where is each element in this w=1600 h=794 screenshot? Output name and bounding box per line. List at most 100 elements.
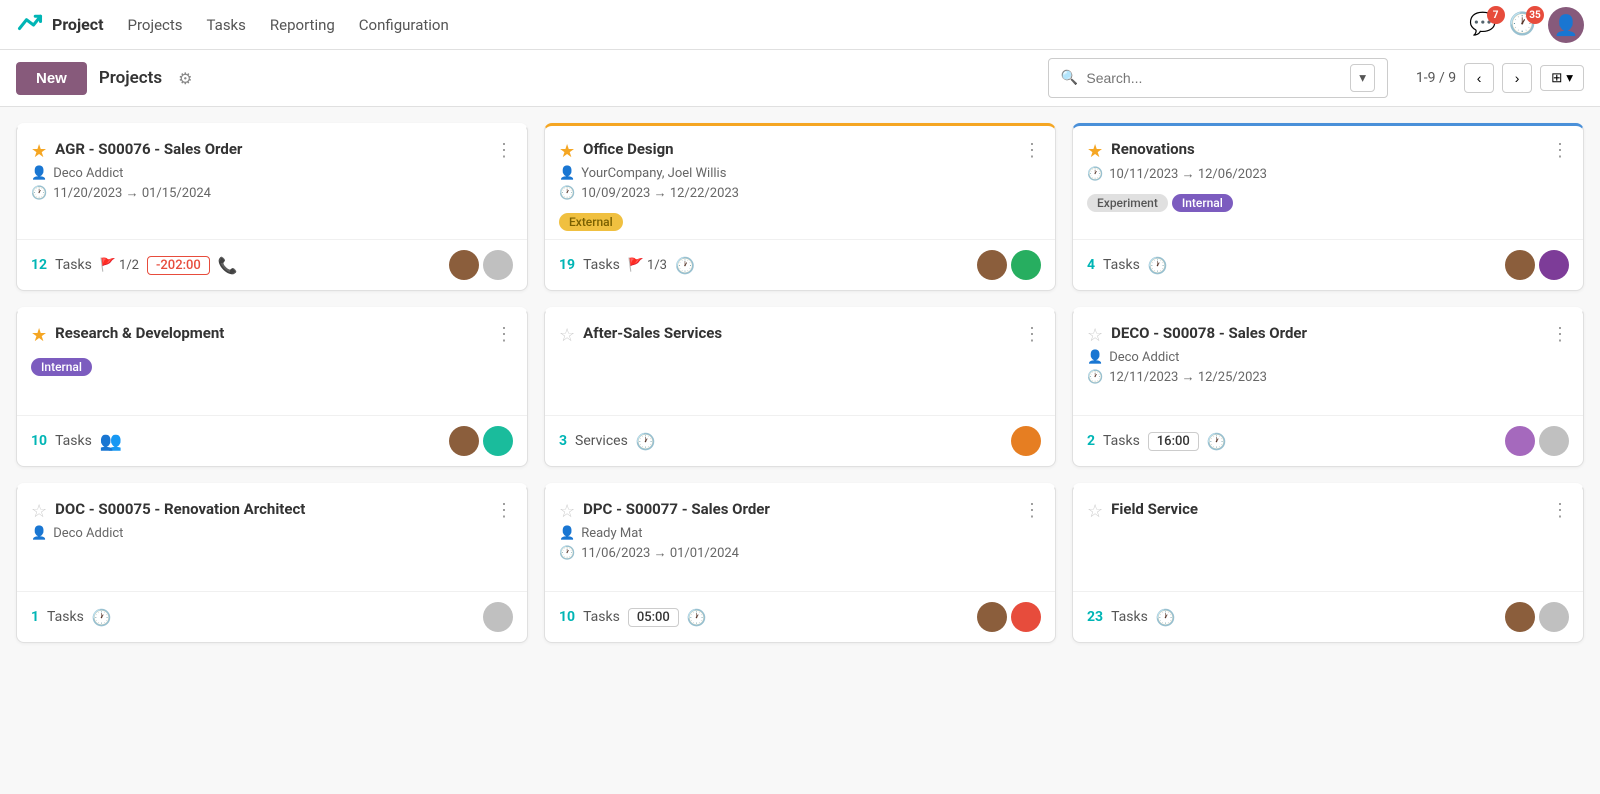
tag-external: External <box>559 213 623 231</box>
card-title[interactable]: DECO - S00078 - Sales Order <box>1111 324 1543 344</box>
card-title[interactable]: After-Sales Services <box>583 324 1015 344</box>
card-menu-button[interactable]: ⋮ <box>1551 140 1569 161</box>
tasks-count[interactable]: 4 <box>1087 257 1095 273</box>
pagination-info: 1-9 / 9 <box>1416 70 1456 86</box>
search-input[interactable] <box>1086 70 1342 86</box>
view-grid-icon: ⊞ <box>1551 70 1562 86</box>
tasks-count[interactable]: 19 <box>559 257 575 273</box>
tasks-label: Tasks <box>1111 609 1148 625</box>
card-header: ☆ DPC - S00077 - Sales Order ⋮ <box>545 486 1055 526</box>
project-card: ☆ DOC - S00075 - Renovation Architect ⋮ … <box>16 483 528 643</box>
avatar <box>449 426 479 456</box>
tasks-label: Tasks <box>1103 433 1140 449</box>
settings-icon[interactable]: ⚙ <box>178 69 192 88</box>
dates-icon: 🕐 <box>1087 167 1103 182</box>
tasks-label: Services <box>575 433 628 449</box>
card-title[interactable]: DPC - S00077 - Sales Order <box>583 500 1015 520</box>
clock-icon[interactable]: 🕐 <box>92 608 112 627</box>
clock-icon[interactable]: 🕐 <box>687 608 707 627</box>
card-title[interactable]: Office Design <box>583 140 1015 160</box>
tasks-count[interactable]: 2 <box>1087 433 1095 449</box>
card-menu-button[interactable]: ⋮ <box>1551 324 1569 345</box>
avatar <box>1011 602 1041 632</box>
star-button[interactable]: ☆ <box>1087 501 1103 522</box>
customer-icon: 👤 <box>559 526 575 541</box>
card-header: ★ Research & Development ⋮ <box>17 310 527 350</box>
star-button[interactable]: ★ <box>31 141 47 162</box>
card-body: 👤 Deco Addict 🕐 12/11/2023 → 12/25/2023 <box>1073 350 1583 415</box>
nav-tasks[interactable]: Tasks <box>207 12 246 38</box>
card-title[interactable]: AGR - S00076 - Sales Order <box>55 140 487 160</box>
card-dates: 🕐 10/11/2023 → 12/06/2023 <box>1087 166 1569 182</box>
card-body <box>1073 526 1583 591</box>
avatar <box>1539 426 1569 456</box>
nav-reporting[interactable]: Reporting <box>270 12 335 38</box>
avatars <box>483 602 513 632</box>
avatars <box>1505 602 1569 632</box>
star-button[interactable]: ☆ <box>559 325 575 346</box>
star-button[interactable]: ☆ <box>1087 325 1103 346</box>
tasks-count[interactable]: 10 <box>31 433 47 449</box>
avatar <box>1505 426 1535 456</box>
tasks-label: Tasks <box>583 609 620 625</box>
prev-page-button[interactable]: ‹ <box>1464 63 1494 93</box>
tasks-label: Tasks <box>55 257 92 273</box>
star-button[interactable]: ☆ <box>31 501 47 522</box>
nav-configuration[interactable]: Configuration <box>359 12 449 38</box>
clock-icon[interactable]: 🕐 <box>1156 608 1176 627</box>
card-footer: 2 Tasks 16:00 🕐 <box>1073 415 1583 466</box>
card-header: ☆ After-Sales Services ⋮ <box>545 310 1055 350</box>
tasks-count[interactable]: 10 <box>559 609 575 625</box>
avatars <box>449 426 513 456</box>
view-toggle-button[interactable]: ⊞ ▾ <box>1540 65 1584 91</box>
toolbar: New Projects ⚙ 🔍 ▾ 1-9 / 9 ‹ › ⊞ ▾ <box>0 50 1600 107</box>
clock-icon[interactable]: 🕐 <box>636 432 656 451</box>
card-dates: 🕐 10/09/2023 → 12/22/2023 <box>559 185 1041 201</box>
customer-icon: 👤 <box>31 526 47 541</box>
tasks-count[interactable]: 23 <box>1087 609 1103 625</box>
avatar <box>977 250 1007 280</box>
card-menu-button[interactable]: ⋮ <box>1023 324 1041 345</box>
tasks-count[interactable]: 1 <box>31 609 39 625</box>
clock-icon[interactable]: 🕐 <box>1148 256 1168 275</box>
card-menu-button[interactable]: ⋮ <box>1551 500 1569 521</box>
avatar <box>1539 250 1569 280</box>
tasks-label: Tasks <box>1103 257 1140 273</box>
card-body <box>545 350 1055 415</box>
tasks-count[interactable]: 3 <box>559 433 567 449</box>
card-tags: ExperimentInternal <box>1087 186 1569 212</box>
star-button[interactable]: ★ <box>1087 141 1103 162</box>
card-title[interactable]: DOC - S00075 - Renovation Architect <box>55 500 487 520</box>
search-dropdown-button[interactable]: ▾ <box>1350 64 1375 92</box>
card-customer: 👤 Deco Addict <box>1087 350 1569 365</box>
tasks-count[interactable]: 12 <box>31 257 47 273</box>
card-body: 🕐 10/11/2023 → 12/06/2023 ExperimentInte… <box>1073 166 1583 239</box>
app-logo[interactable]: Project <box>16 11 104 39</box>
user-avatar[interactable]: 👤 <box>1548 7 1584 43</box>
card-menu-button[interactable]: ⋮ <box>1023 500 1041 521</box>
new-button[interactable]: New <box>16 62 87 95</box>
card-title[interactable]: Research & Development <box>55 324 487 344</box>
card-customer: 👤 Ready Mat <box>559 526 1041 541</box>
card-title[interactable]: Field Service <box>1111 500 1543 520</box>
clock-icon[interactable]: 🕐 <box>675 256 695 275</box>
messages-button[interactable]: 💬 7 <box>1469 12 1496 37</box>
card-menu-button[interactable]: ⋮ <box>1023 140 1041 161</box>
customer-icon: 👤 <box>1087 350 1103 365</box>
project-card: ★ Office Design ⋮ 👤 YourCompany, Joel Wi… <box>544 123 1056 291</box>
card-header: ★ Renovations ⋮ <box>1073 126 1583 166</box>
dates-icon: 🕐 <box>1087 370 1103 385</box>
clock-button[interactable]: 🕐 35 <box>1509 12 1536 37</box>
star-button[interactable]: ★ <box>31 325 47 346</box>
clock-icon[interactable]: 🕐 <box>1207 432 1227 451</box>
card-menu-button[interactable]: ⋮ <box>495 324 513 345</box>
star-button[interactable]: ★ <box>559 141 575 162</box>
time-badge: -202:00 <box>147 256 210 275</box>
card-menu-button[interactable]: ⋮ <box>495 500 513 521</box>
next-page-button[interactable]: › <box>1502 63 1532 93</box>
nav-projects[interactable]: Projects <box>128 12 183 38</box>
card-menu-button[interactable]: ⋮ <box>495 140 513 161</box>
card-title[interactable]: Renovations <box>1111 140 1543 160</box>
star-button[interactable]: ☆ <box>559 501 575 522</box>
card-footer: 12 Tasks 🚩 1/2 -202:00 📞 <box>17 239 527 290</box>
